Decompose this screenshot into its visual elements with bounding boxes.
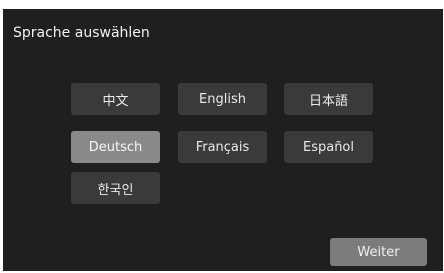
next-button[interactable]: Weiter <box>330 238 427 266</box>
language-button-spanish[interactable]: Español <box>284 131 373 163</box>
language-button-french[interactable]: Français <box>178 131 267 163</box>
language-button-german[interactable]: Deutsch <box>71 131 160 163</box>
language-button-english[interactable]: English <box>178 83 267 115</box>
language-button-chinese[interactable]: 中文 <box>71 83 160 115</box>
page-title: Sprache auswählen <box>13 25 150 41</box>
language-button-korean[interactable]: 한국인 <box>71 172 160 204</box>
language-selection-screen: Sprache auswählen 中文 English 日本語 Deutsch… <box>3 9 443 271</box>
language-button-japanese[interactable]: 日本語 <box>284 83 373 115</box>
